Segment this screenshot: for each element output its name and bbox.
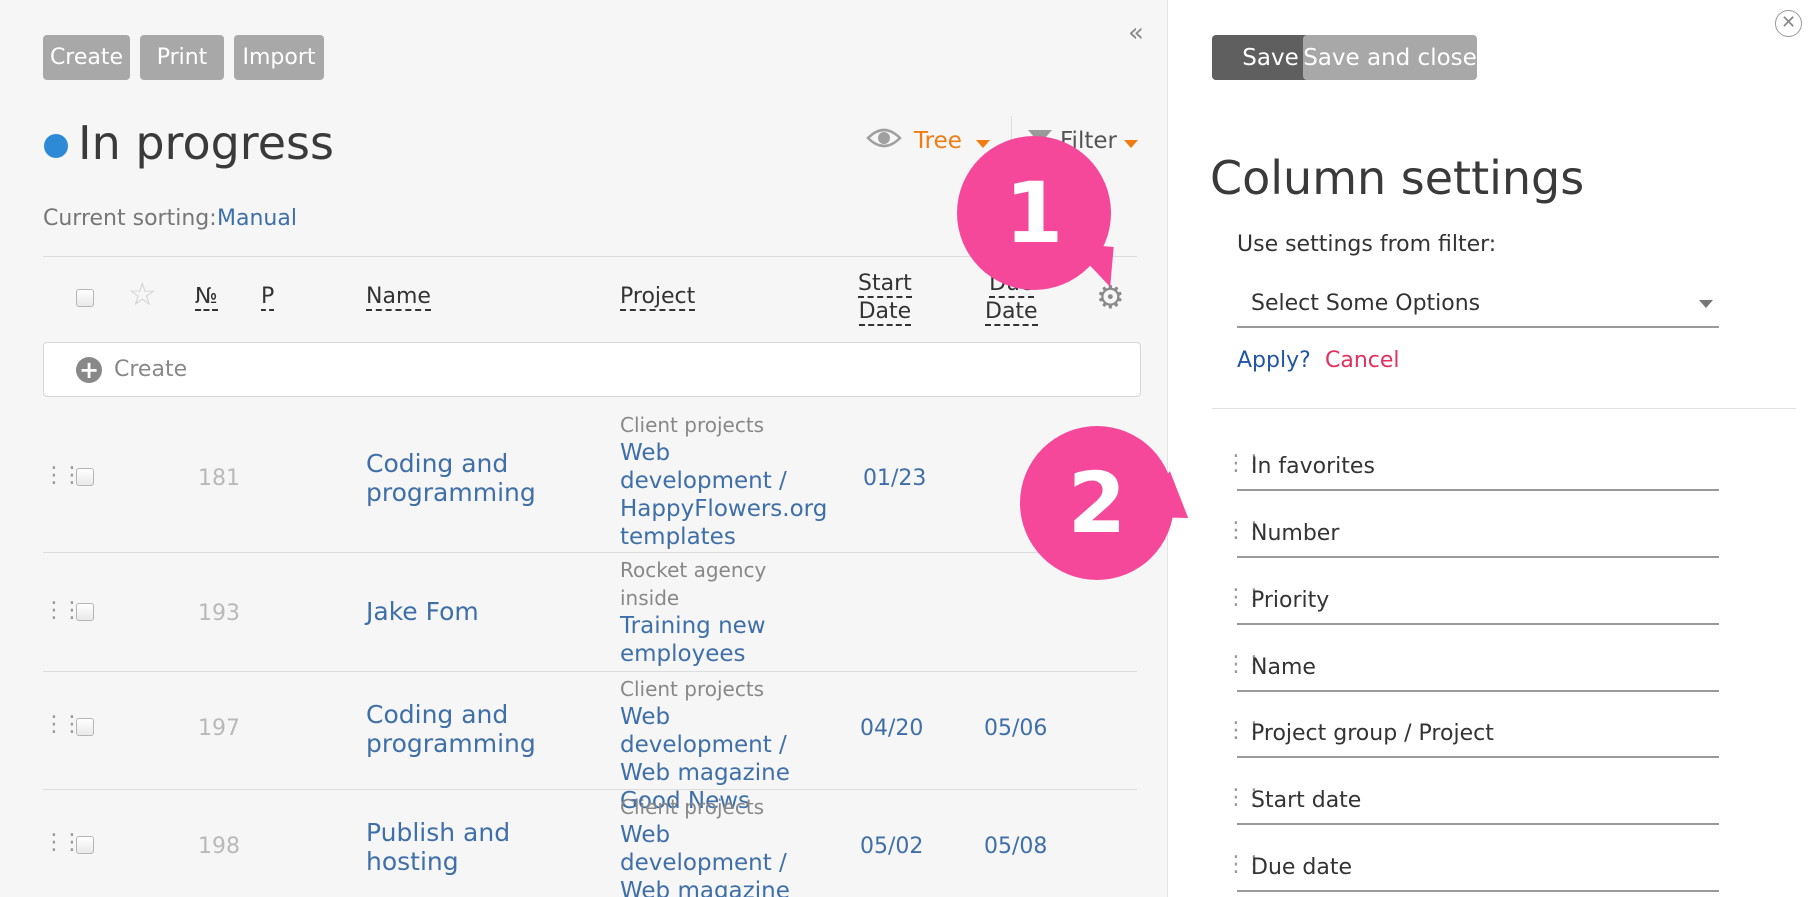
task-name-link[interactable]: Publish and hosting xyxy=(366,818,556,876)
project-group: Rocket agency inside xyxy=(620,558,767,610)
star-icon[interactable]: ☆ xyxy=(128,278,157,310)
column-item[interactable]: ⋮⋮ In favorites xyxy=(1225,441,1719,491)
task-number: 197 xyxy=(198,716,240,741)
drag-handle-icon[interactable]: ⋮⋮ xyxy=(43,463,83,488)
save-and-close-button[interactable]: Save and close xyxy=(1303,35,1477,80)
column-field[interactable]: Number xyxy=(1237,508,1719,558)
column-field[interactable]: Due date xyxy=(1237,842,1719,892)
page-title: In progress xyxy=(78,116,334,170)
chevron-down-icon xyxy=(1124,140,1138,148)
column-field[interactable]: Project group / Project xyxy=(1237,708,1719,758)
task-list-panel: Create Print Import « In progress Tree F… xyxy=(0,0,1168,897)
column-item[interactable]: ⋮⋮ Priority xyxy=(1225,575,1719,625)
close-icon[interactable]: ✕ xyxy=(1775,10,1802,37)
table-row[interactable]: ⋮⋮ 193 Jake Fom Rocket agency inside Tra… xyxy=(43,553,1137,672)
collapse-panel-icon[interactable]: « xyxy=(1128,18,1144,48)
drag-handle-icon[interactable]: ⋮⋮ xyxy=(43,830,83,855)
apply-link[interactable]: Apply? xyxy=(1237,348,1311,373)
project-group: Client projects xyxy=(620,795,765,819)
view-mode-dropdown[interactable]: Tree xyxy=(914,128,962,154)
column-item[interactable]: ⋮⋮ Number xyxy=(1225,508,1719,558)
due-date: 05/08 xyxy=(984,834,1048,859)
column-item[interactable]: ⋮⋮ Start date xyxy=(1225,775,1719,825)
divider xyxy=(1212,408,1796,409)
column-item[interactable]: ⋮⋮ Project group / Project xyxy=(1225,708,1719,758)
eye-icon[interactable] xyxy=(866,126,902,150)
print-button[interactable]: Print xyxy=(140,35,224,80)
column-item[interactable]: ⋮⋮ Name xyxy=(1225,642,1719,692)
project-group: Client projects xyxy=(620,413,765,437)
select-all-checkbox[interactable] xyxy=(76,289,94,307)
start-date: 04/20 xyxy=(860,716,924,741)
column-field[interactable]: In favorites xyxy=(1237,441,1719,491)
callout-badge-1: 1 xyxy=(957,136,1111,290)
task-name-link[interactable]: Coding and programming xyxy=(366,449,556,507)
task-number: 198 xyxy=(198,834,240,859)
row-checkbox[interactable] xyxy=(76,603,94,621)
project-link[interactable]: Training new employees xyxy=(620,612,770,668)
use-settings-label: Use settings from filter: xyxy=(1237,232,1497,257)
drag-handle-icon[interactable]: ⋮⋮ xyxy=(43,712,83,737)
table-row[interactable]: ⋮⋮ 181 Coding and programming Client pro… xyxy=(43,408,1137,553)
plus-icon: + xyxy=(76,357,102,383)
column-item[interactable]: ⋮⋮ Due date xyxy=(1225,842,1719,892)
import-button[interactable]: Import xyxy=(234,35,324,80)
column-header-number[interactable]: № xyxy=(195,283,218,311)
row-checkbox[interactable] xyxy=(76,468,94,486)
task-name-link[interactable]: Coding and programming xyxy=(366,700,556,758)
project-link[interactable]: Web development / HappyFlowers.org templ… xyxy=(620,439,827,551)
column-field[interactable]: Name xyxy=(1237,642,1719,692)
column-header-name[interactable]: Name xyxy=(366,283,431,311)
project-link[interactable]: Web development / Web magazine Good News xyxy=(620,821,820,897)
row-checkbox[interactable] xyxy=(76,836,94,854)
cancel-link[interactable]: Cancel xyxy=(1325,348,1400,373)
column-field[interactable]: Priority xyxy=(1237,575,1719,625)
column-header-priority[interactable]: P xyxy=(261,283,275,311)
due-date: 05/06 xyxy=(984,716,1048,741)
task-number: 193 xyxy=(198,601,240,626)
status-dot-icon xyxy=(44,134,68,158)
start-date: 05/02 xyxy=(860,834,924,859)
start-date: 01/23 xyxy=(863,466,927,491)
column-field[interactable]: Start date xyxy=(1237,775,1719,825)
column-header-start-date[interactable]: Start Date xyxy=(858,270,912,326)
table-row[interactable]: ⋮⋮ 198 Publish and hosting Client projec… xyxy=(43,790,1137,897)
callout-badge-2: 2 xyxy=(1020,426,1174,580)
inline-create-row[interactable]: + Create xyxy=(43,342,1141,397)
select-value: Select Some Options xyxy=(1251,291,1481,316)
inline-create-label: Create xyxy=(114,357,188,382)
panel-title: Column settings xyxy=(1210,151,1585,205)
sorting-label: Current sorting: xyxy=(43,206,217,231)
drag-handle-icon[interactable]: ⋮⋮ xyxy=(43,598,83,623)
sorting-value-link[interactable]: Manual xyxy=(217,206,297,231)
chevron-down-icon xyxy=(1699,300,1713,308)
row-checkbox[interactable] xyxy=(76,718,94,736)
task-name-link[interactable]: Jake Fom xyxy=(366,597,556,626)
table-row[interactable]: ⋮⋮ 197 Coding and programming Client pro… xyxy=(43,672,1137,814)
filter-settings-select[interactable]: Select Some Options xyxy=(1237,283,1719,328)
column-header-project[interactable]: Project xyxy=(620,283,696,311)
column-settings-panel: Save Save and close ✕ Column settings Us… xyxy=(1178,0,1820,897)
create-button[interactable]: Create xyxy=(43,35,130,80)
task-number: 181 xyxy=(198,466,240,491)
project-group: Client projects xyxy=(620,677,765,701)
